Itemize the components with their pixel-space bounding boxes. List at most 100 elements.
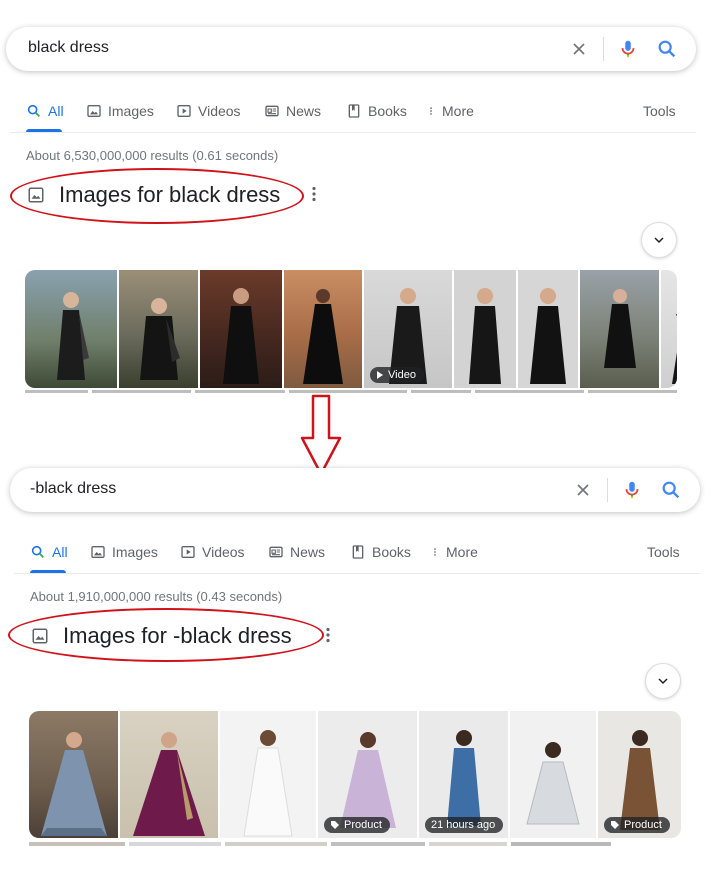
tab-videos-label: Videos xyxy=(198,103,241,119)
dress-figure xyxy=(243,730,293,837)
image-thumbnail[interactable] xyxy=(220,711,316,838)
dress-figure xyxy=(223,288,259,384)
result-stats: About 1,910,000,000 results (0.43 second… xyxy=(30,589,283,604)
tools-button[interactable]: Tools xyxy=(647,544,680,560)
tab-more[interactable]: More xyxy=(430,541,478,563)
more-options-icon[interactable] xyxy=(311,186,317,202)
dress-figure xyxy=(57,292,89,380)
tab-books-label: Books xyxy=(368,103,407,119)
images-heading-text: Images for -black dress xyxy=(63,623,292,648)
dress-figure xyxy=(303,289,343,384)
product-badge: Product xyxy=(604,817,670,833)
tab-all-label: All xyxy=(48,103,64,119)
play-icon xyxy=(377,371,383,379)
play-icon xyxy=(177,105,191,117)
image-thumbnail[interactable]: Video xyxy=(364,270,452,388)
tab-all[interactable]: All xyxy=(26,100,64,122)
tab-news-label: News xyxy=(286,103,322,119)
image-thumbnail[interactable] xyxy=(284,270,362,388)
tab-more[interactable]: More xyxy=(426,100,474,122)
tab-news[interactable]: News xyxy=(264,100,321,122)
chevron-down-icon xyxy=(654,237,664,244)
more-options-icon[interactable] xyxy=(325,627,331,643)
image-strip: Product 21 hours ago Product xyxy=(29,711,681,838)
image-thumbnail[interactable]: Product xyxy=(318,711,417,838)
expand-button[interactable] xyxy=(645,663,681,699)
tab-videos-label: Videos xyxy=(202,544,245,560)
tab-news[interactable]: News xyxy=(268,541,325,563)
image-thumbnail[interactable] xyxy=(510,711,596,838)
book-icon xyxy=(352,545,364,559)
tab-images[interactable]: Images xyxy=(90,541,158,563)
microphone-icon[interactable] xyxy=(617,38,639,60)
next-row-hint xyxy=(25,390,677,393)
newspaper-icon xyxy=(265,105,279,117)
microphone-icon[interactable] xyxy=(621,479,643,501)
search-icon[interactable] xyxy=(660,479,682,501)
image-thumbnail[interactable]: 21 hours ago xyxy=(419,711,508,838)
tag-icon xyxy=(331,821,339,829)
tab-videos[interactable]: Videos xyxy=(180,541,245,563)
tab-images[interactable]: Images xyxy=(86,100,154,122)
tools-button[interactable]: Tools xyxy=(643,103,676,119)
tab-all-label: All xyxy=(52,544,68,560)
search-tabs: All Images Videos News Books More Tools xyxy=(30,541,690,581)
image-thumbnail[interactable] xyxy=(120,711,218,838)
image-thumbnail[interactable] xyxy=(454,270,516,388)
tab-all[interactable]: All xyxy=(30,541,68,563)
image-icon xyxy=(32,628,48,644)
next-row-hint xyxy=(29,842,681,846)
dress-figure xyxy=(139,298,180,380)
tab-books[interactable]: Books xyxy=(346,100,407,122)
images-section-heading: Images for -black dress xyxy=(31,623,292,649)
dress-figure xyxy=(530,288,566,384)
search-divider xyxy=(603,37,604,61)
more-vert-icon xyxy=(434,548,436,556)
image-icon xyxy=(87,105,101,117)
image-thumbnail[interactable] xyxy=(661,270,677,388)
search-input[interactable]: black dress xyxy=(28,39,109,57)
image-thumbnail[interactable] xyxy=(580,270,659,388)
dress-figure xyxy=(469,288,501,384)
images-section-heading: Images for black dress xyxy=(27,182,280,208)
tabs-divider xyxy=(10,132,696,133)
top-results-panel: black dress All Images Videos News Books… xyxy=(0,0,712,400)
tab-videos[interactable]: Videos xyxy=(176,100,241,122)
dress-figure xyxy=(40,732,107,836)
expand-button[interactable] xyxy=(641,222,677,258)
video-badge: Video xyxy=(370,367,424,383)
dress-figure xyxy=(133,732,205,836)
image-icon xyxy=(28,187,44,203)
search-box[interactable]: -black dress xyxy=(10,468,700,512)
product-badge-label: Product xyxy=(344,819,382,831)
clear-icon[interactable] xyxy=(573,480,593,500)
images-heading-text: Images for black dress xyxy=(59,182,281,207)
image-thumbnail[interactable] xyxy=(25,270,117,388)
tabs-divider xyxy=(14,573,700,574)
dress-figure xyxy=(603,289,636,368)
product-badge: Product xyxy=(324,817,390,833)
search-icon[interactable] xyxy=(656,38,678,60)
image-thumbnail[interactable] xyxy=(119,270,198,388)
tab-more-label: More xyxy=(442,103,474,119)
video-badge-label: Video xyxy=(388,369,416,381)
tab-images-label: Images xyxy=(112,544,158,560)
time-badge: 21 hours ago xyxy=(425,817,504,833)
image-icon xyxy=(91,546,105,558)
image-thumbnail[interactable]: Product xyxy=(598,711,681,838)
book-icon xyxy=(348,104,360,118)
search-icon xyxy=(27,104,40,117)
tab-books[interactable]: Books xyxy=(350,541,411,563)
clear-icon[interactable] xyxy=(569,39,589,59)
tab-images-label: Images xyxy=(108,103,154,119)
tag-icon xyxy=(611,821,619,829)
dress-figure xyxy=(671,314,677,384)
search-input[interactable]: -black dress xyxy=(30,480,116,498)
image-thumbnail[interactable] xyxy=(29,711,118,838)
tab-news-label: News xyxy=(290,544,326,560)
image-thumbnail[interactable] xyxy=(518,270,578,388)
image-thumbnail[interactable] xyxy=(200,270,282,388)
search-box[interactable]: black dress xyxy=(6,27,696,71)
tab-books-label: Books xyxy=(372,544,411,560)
more-vert-icon xyxy=(430,107,432,115)
